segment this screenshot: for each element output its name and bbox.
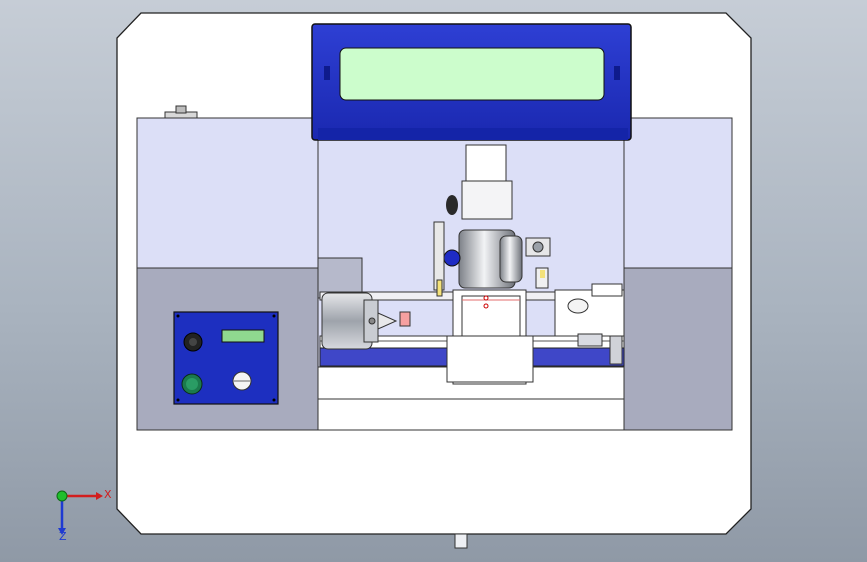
cad-viewport[interactable] bbox=[0, 0, 867, 562]
control-panel bbox=[173, 311, 279, 405]
panel-lcd-display bbox=[221, 329, 265, 343]
pod-lcd-screen[interactable] bbox=[339, 47, 605, 101]
control-pod bbox=[311, 23, 632, 141]
x-axis-label: X bbox=[104, 488, 112, 501]
machine-foot bbox=[454, 533, 468, 549]
z-axis-label: Z bbox=[59, 530, 67, 543]
y-axis-dot bbox=[56, 490, 68, 502]
carriage[interactable] bbox=[446, 289, 534, 385]
machine-model[interactable] bbox=[0, 0, 867, 562]
right-cabinet bbox=[623, 117, 733, 431]
